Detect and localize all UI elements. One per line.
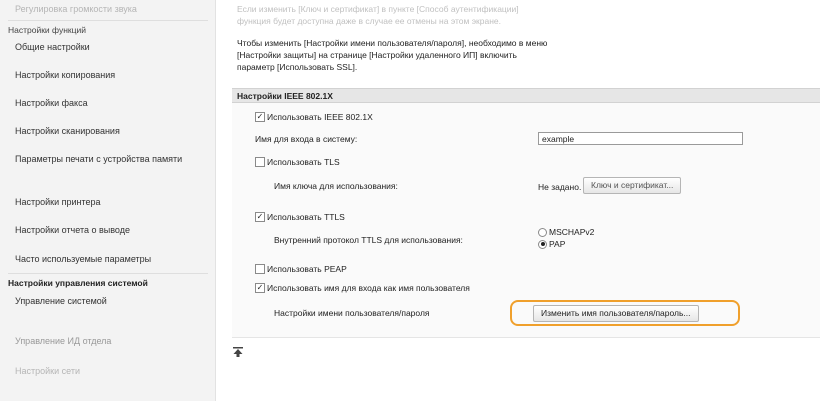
use-ttls-label: Использовать TTLS [267, 212, 345, 222]
sidebar-item-volume[interactable]: Регулировка громкости звука [15, 3, 205, 15]
use-peap-checkbox[interactable] [255, 264, 265, 274]
ieee-settings-panel: ✓ Использовать IEEE 802.1X Имя для входа… [232, 103, 820, 338]
info-text-line: функция будет доступна даже в случае ее … [237, 16, 501, 26]
sidebar-item-scan[interactable]: Настройки сканирования [15, 125, 205, 137]
sidebar-item-favorites[interactable]: Часто используемые параметры [15, 253, 205, 265]
back-to-top-icon[interactable] [232, 346, 246, 358]
info-text-line: Если изменить [Ключ и сертификат] в пунк… [237, 4, 519, 14]
use-tls-checkbox[interactable] [255, 157, 265, 167]
sidebar-item-system-management[interactable]: Управление системой [15, 295, 205, 307]
sidebar-item-output-report[interactable]: Настройки отчета о выводе [15, 224, 205, 236]
key-name-label: Имя ключа для использования: [274, 181, 398, 191]
change-username-password-button[interactable]: Изменить имя пользователя/пароль... [533, 305, 699, 322]
sidebar-item-general[interactable]: Общие настройки [15, 41, 205, 53]
sidebar-item-printer[interactable]: Настройки принтера [15, 196, 205, 208]
use-ttls-checkbox[interactable]: ✓ [255, 212, 265, 222]
sidebar-divider [8, 273, 208, 274]
inner-option-mschapv2[interactable]: MSCHAPv2 [538, 227, 594, 237]
key-status-text: Не задано. [538, 182, 582, 192]
sidebar-section-management: Настройки управления системой [8, 278, 148, 288]
sidebar-item-fax[interactable]: Настройки факса [15, 97, 205, 109]
sidebar-item-department-id[interactable]: Управление ИД отдела [15, 335, 205, 347]
mschapv2-label: MSCHAPv2 [549, 227, 595, 237]
key-certificate-button[interactable]: Ключ и сертификат... [583, 177, 682, 194]
sidebar-item-network[interactable]: Настройки сети [15, 365, 205, 377]
use-peap-label: Использовать PEAP [267, 264, 347, 274]
use-tls-label: Использовать TLS [267, 157, 340, 167]
use-login-as-user-row: ✓ Использовать имя для входа как имя пол… [255, 283, 470, 293]
use-login-as-user-label: Использовать имя для входа как имя польз… [267, 283, 470, 293]
pap-radio[interactable] [538, 239, 547, 249]
sidebar: Регулировка громкости звука Настройки фу… [0, 0, 216, 401]
use-tls-row: Использовать TLS [255, 157, 340, 167]
inner-protocol-label: Внутренний протокол TTLS для использован… [274, 235, 463, 245]
use-login-as-user-checkbox[interactable]: ✓ [255, 283, 265, 293]
user-settings-label: Настройки имени пользователя/пароля [274, 308, 430, 318]
login-name-input[interactable] [538, 132, 743, 145]
sidebar-item-memory-print[interactable]: Параметры печати с устройства памяти [15, 153, 190, 165]
sidebar-section-functions: Настройки функций [8, 25, 86, 35]
login-label: Имя для входа в систему: [255, 134, 358, 144]
mschapv2-radio[interactable] [538, 227, 547, 237]
use-ieee-checkbox[interactable]: ✓ [255, 112, 265, 122]
sidebar-divider [8, 20, 208, 21]
info-text-line: [Настройки защиты] на странице [Настройк… [237, 50, 517, 60]
info-text-line: параметр [Использовать SSL]. [237, 62, 358, 72]
pap-label: PAP [549, 239, 566, 249]
use-peap-row: Использовать PEAP [255, 264, 347, 274]
use-ieee-label: Использовать IEEE 802.1X [267, 112, 373, 122]
main-content: Если изменить [Ключ и сертификат] в пунк… [215, 0, 821, 401]
inner-option-pap[interactable]: PAP [538, 239, 565, 249]
sidebar-item-copy[interactable]: Настройки копирования [15, 69, 205, 81]
use-ttls-row: ✓ Использовать TTLS [255, 212, 345, 222]
info-text-line: Чтобы изменить [Настройки имени пользова… [237, 38, 548, 48]
section-title-ieee: Настройки IEEE 802.1X [232, 88, 820, 103]
use-ieee-row: ✓ Использовать IEEE 802.1X [255, 112, 373, 122]
